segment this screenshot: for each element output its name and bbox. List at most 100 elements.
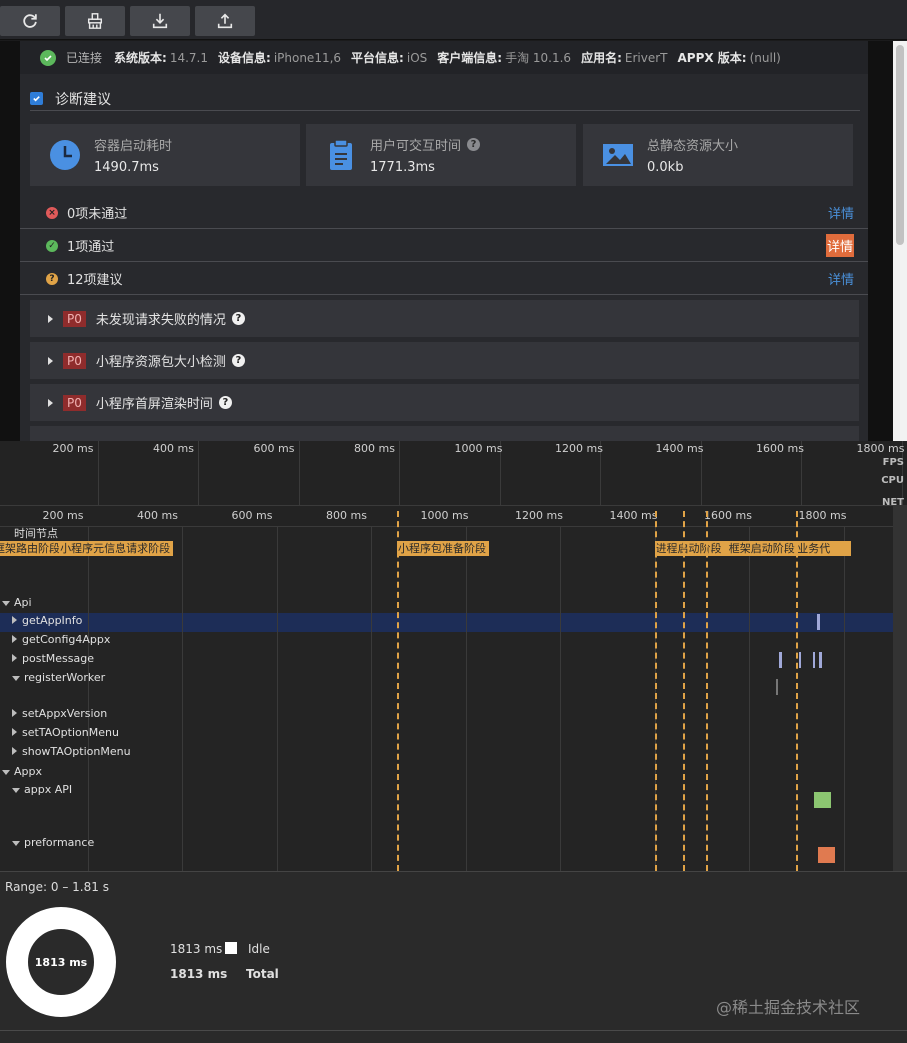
phase-marker[interactable]: 进程启动阶段 xyxy=(654,541,728,556)
phase-marker[interactable]: 业务代 xyxy=(796,541,851,556)
tree-node[interactable]: registerWorker xyxy=(12,671,105,684)
priority-badge: P0 xyxy=(63,394,86,411)
clear-button[interactable] xyxy=(65,6,125,36)
collapse-icon[interactable] xyxy=(12,841,20,846)
tree-node-label: showTAOptionMenu xyxy=(22,745,131,758)
detail-link[interactable]: 详情 xyxy=(828,269,854,288)
tree-node-label: preformance xyxy=(24,836,95,849)
timeline-event-bar[interactable] xyxy=(812,652,816,668)
suggestion-item[interactable]: P0 小程序首屏渲染时间 ? xyxy=(30,384,859,421)
panel-scrollbar-thumb[interactable] xyxy=(896,45,904,245)
expand-icon[interactable] xyxy=(12,654,17,662)
overview-tick-label: 1000 ms xyxy=(454,442,503,455)
phase-marker[interactable]: 框架路由阶段 xyxy=(0,541,60,556)
expand-icon[interactable] xyxy=(12,635,17,643)
timeline-event-bar[interactable] xyxy=(818,652,822,668)
tree-node[interactable]: getConfig4Appx xyxy=(12,633,110,646)
time-donut-chart: 1813 ms xyxy=(6,907,116,1017)
result-text: 0项未通过 xyxy=(67,207,128,222)
phase-boundary-line xyxy=(705,511,708,871)
main-gridline xyxy=(560,527,561,871)
overview-gridline xyxy=(198,441,199,505)
metric-label: 容器启动耗时 xyxy=(94,139,173,154)
help-icon[interactable]: ? xyxy=(231,354,245,367)
metric-label: 用户可交互时间 xyxy=(370,139,462,154)
overview-gridline xyxy=(399,441,400,505)
clock-icon xyxy=(50,140,80,170)
tree-node[interactable]: setTAOptionMenu xyxy=(12,726,119,739)
device-info-bar: 已连接 系统版本: 14.7.1 设备信息: iPhone11,6 平台信息: iOS… xyxy=(20,41,868,74)
connected-icon xyxy=(40,49,56,66)
diagnosis-panel: 已连接 系统版本: 14.7.1 设备信息: iPhone11,6 平台信息: iOS… xyxy=(20,41,868,441)
tree-node[interactable]: getAppInfo xyxy=(12,614,82,627)
collapse-icon[interactable] xyxy=(12,788,20,793)
main-tick-label: 1400 ms xyxy=(609,509,658,522)
tree-node[interactable]: appx API xyxy=(12,783,72,796)
main-gridline xyxy=(749,527,750,871)
tree-node[interactable]: postMessage xyxy=(12,652,94,665)
priority-badge: P0 xyxy=(63,352,86,369)
range-label: Range: 0 – 1.81 s xyxy=(5,880,109,894)
refresh-button[interactable] xyxy=(0,6,60,36)
overview-tick-label: 400 ms xyxy=(153,442,194,455)
suggestion-item-partial[interactable] xyxy=(30,426,859,441)
tree-node[interactable]: showTAOptionMenu xyxy=(12,745,131,758)
metric-card-startup: 容器启动耗时 1490.7ms xyxy=(30,124,300,186)
phase-marker[interactable]: 框架启动阶段 xyxy=(727,541,797,556)
help-icon[interactable]: ? xyxy=(467,138,481,151)
diagnosis-header[interactable]: 诊断建议 xyxy=(30,87,860,111)
diagnosis-checkbox[interactable] xyxy=(30,92,43,105)
pass-icon: ✓ xyxy=(46,239,58,252)
overview-ruler[interactable]: 200 ms 400 ms 600 ms 800 ms 1000 ms 1200 ms 14… xyxy=(0,441,907,505)
suggestion-item[interactable]: P0 未发现请求失败的情况 ? xyxy=(30,300,859,337)
main-gridline xyxy=(182,527,183,871)
suggestion-item[interactable]: P0 小程序资源包大小检测 ? xyxy=(30,342,859,379)
timeline-event-bar[interactable] xyxy=(814,792,832,808)
tree-node[interactable]: Api xyxy=(2,596,32,609)
collapse-icon[interactable] xyxy=(2,601,10,606)
expand-icon[interactable] xyxy=(12,616,17,624)
timeline-event-bar[interactable] xyxy=(816,614,820,630)
expand-icon[interactable] xyxy=(12,728,17,736)
tree-node[interactable]: Appx xyxy=(2,765,42,778)
bottom-divider xyxy=(0,1030,907,1031)
detail-link[interactable]: 详情 xyxy=(828,203,854,222)
help-icon[interactable]: ? xyxy=(231,312,245,325)
info-value: (null) xyxy=(749,50,781,65)
tree-node[interactable]: setAppxVersion xyxy=(12,707,107,720)
refresh-icon xyxy=(23,14,37,28)
upload-button[interactable] xyxy=(195,6,255,36)
phase-boundary-line xyxy=(682,511,685,871)
tree-node[interactable]: preformance xyxy=(12,836,94,849)
overview-gridline xyxy=(298,441,300,505)
main-ruler: 200 ms 400 ms 600 ms 800 ms 1000 ms 1200 ms 14… xyxy=(0,505,907,527)
detail-link[interactable]: 详情 xyxy=(825,234,854,257)
collapse-icon[interactable] xyxy=(12,676,20,681)
timeline-event-bar[interactable] xyxy=(817,847,835,863)
info-value: EriverT xyxy=(624,50,668,65)
main-tick-label: 1600 ms xyxy=(704,509,752,522)
collapse-icon[interactable] xyxy=(2,770,10,775)
phase-marker[interactable]: 小程序元信息请求阶段 xyxy=(59,541,173,556)
timeline-event-bar[interactable] xyxy=(798,652,801,668)
tree-node-label: setTAOptionMenu xyxy=(22,726,119,739)
markers-title: 时间节点 xyxy=(14,527,58,540)
main-gridline xyxy=(371,527,372,871)
expand-icon[interactable] xyxy=(12,747,17,755)
expand-icon[interactable] xyxy=(12,709,17,717)
phase-boundary-line xyxy=(796,511,799,871)
timeline-event-bar[interactable] xyxy=(776,679,779,695)
panel-scrollbar[interactable] xyxy=(893,41,907,441)
timeline-scrollbar[interactable] xyxy=(893,505,907,871)
timeline-event-bar[interactable] xyxy=(778,652,782,668)
result-text: 12项建议 xyxy=(67,273,123,288)
download-button[interactable] xyxy=(130,6,190,36)
performance-timeline[interactable]: 200 ms 400 ms 600 ms 800 ms 1000 ms 1200 ms 14… xyxy=(0,441,907,871)
overview-tick-label: 1800 ms xyxy=(856,442,905,455)
help-icon[interactable]: ? xyxy=(218,396,232,409)
phase-marker[interactable]: 小程序包准备阶段 xyxy=(396,541,490,556)
fail-icon: × xyxy=(46,206,58,219)
metric-label: 总静态资源大小 xyxy=(647,139,739,154)
phase-boundary-line xyxy=(396,511,399,871)
result-text: 1项通过 xyxy=(67,240,115,255)
